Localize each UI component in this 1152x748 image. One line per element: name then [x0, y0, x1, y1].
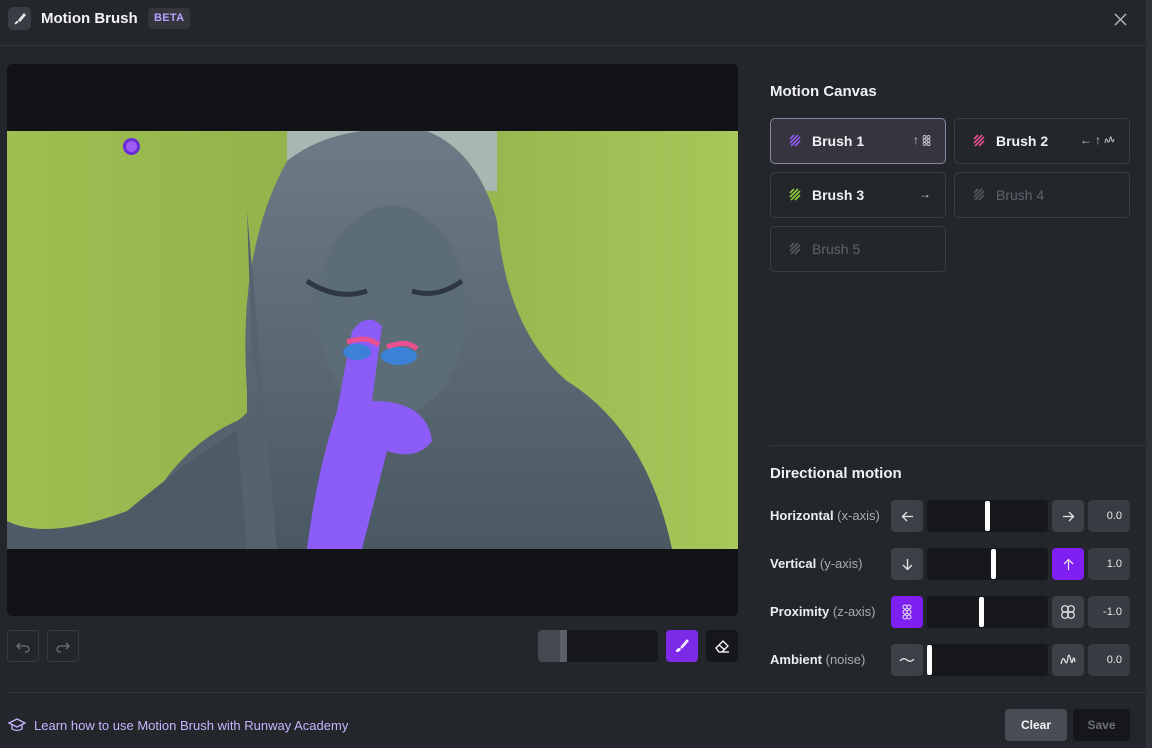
motion-slider-thumb[interactable]: [985, 501, 990, 531]
close-button[interactable]: [1109, 8, 1131, 30]
academy-link-label: Learn how to use Motion Brush with Runwa…: [34, 717, 349, 733]
arrow-left-icon: [901, 510, 914, 523]
brush-size-thumb[interactable]: [560, 630, 567, 662]
motion-increase-button[interactable]: [1052, 500, 1084, 532]
undo-icon: [16, 642, 30, 653]
beta-badge: BETA: [148, 8, 191, 29]
brush-card-label: Brush 2: [996, 133, 1049, 149]
brush-card-label: Brush 3: [812, 187, 865, 203]
brush-card-2[interactable]: Brush 2 ← ↑: [954, 118, 1130, 164]
motion-row-proximity: Proximity (z-axis) -1.0: [770, 596, 1130, 628]
undo-button[interactable]: [7, 630, 39, 662]
brush-icon: [8, 7, 31, 30]
axis-hint: (z-axis): [829, 604, 876, 619]
axis-hint: (y-axis): [816, 556, 863, 571]
brush-cursor: [123, 138, 140, 155]
arrow-up-icon: ↑: [1095, 133, 1101, 147]
motion-decrease-button[interactable]: [891, 500, 923, 532]
header-bar: Motion Brush BETA: [0, 0, 1152, 46]
academy-link[interactable]: Learn how to use Motion Brush with Runwa…: [8, 717, 348, 733]
motion-slider[interactable]: [927, 596, 1048, 628]
brush-direction-summary: ← ↑: [1080, 133, 1115, 147]
brush-color-icon: [788, 188, 802, 202]
motion-value-input[interactable]: -1.0: [1088, 596, 1130, 628]
brush-color-icon: [788, 134, 802, 148]
motion-slider-thumb[interactable]: [927, 645, 932, 675]
brush-card-label: Brush 1: [812, 133, 865, 149]
brush-card-label: Brush 4: [996, 187, 1045, 203]
close-icon: [1114, 13, 1126, 25]
arrow-right-icon: →: [919, 187, 931, 201]
clear-button[interactable]: Clear: [1005, 709, 1067, 741]
motion-row-label: Vertical (y-axis): [770, 556, 862, 571]
motion-row-label: Horizontal (x-axis): [770, 508, 880, 523]
motion-decrease-button[interactable]: [891, 596, 923, 628]
graduation-cap-icon: [8, 718, 26, 732]
paint-brush-icon: [676, 639, 689, 652]
motion-row-vertical: Vertical (y-axis) 1.0: [770, 548, 1130, 580]
motion-slider[interactable]: [927, 500, 1048, 532]
brush-card-1[interactable]: Brush 1 ↑: [770, 118, 946, 164]
motion-increase-button[interactable]: [1052, 596, 1084, 628]
motion-row-label: Ambient (noise): [770, 652, 865, 667]
axis-hint: (noise): [822, 652, 866, 667]
eraser-tool-button[interactable]: [706, 630, 738, 662]
motion-decrease-button[interactable]: [891, 644, 923, 676]
motion-slider[interactable]: [927, 548, 1048, 580]
motion-decrease-button[interactable]: [891, 548, 923, 580]
dots-cluster-icon: [901, 604, 913, 620]
brush-tool-button[interactable]: [666, 630, 698, 662]
axis-hint: (x-axis): [833, 508, 880, 523]
axis-name: Vertical: [770, 556, 817, 571]
motion-row-horizontal: Horizontal (x-axis) 0.0: [770, 500, 1130, 532]
arrow-down-icon: [901, 558, 914, 571]
brush-card-5[interactable]: Brush 5: [770, 226, 946, 272]
ambient-icon: [1104, 135, 1115, 145]
footer-divider: [7, 692, 1146, 693]
motion-canvas-area[interactable]: [7, 64, 738, 616]
brush-color-icon: [972, 188, 986, 202]
brush-direction-summary: →: [919, 187, 931, 201]
motion-slider-thumb[interactable]: [991, 549, 996, 579]
brush-card-4[interactable]: Brush 4: [954, 172, 1130, 218]
proximity-icon: [922, 134, 931, 146]
motion-slider-thumb[interactable]: [979, 597, 984, 627]
directional-motion-title: Directional motion: [770, 465, 902, 482]
arrow-up-icon: [1062, 558, 1075, 571]
save-button[interactable]: Save: [1073, 709, 1130, 741]
brush-size-slider[interactable]: [538, 630, 658, 662]
redo-button[interactable]: [47, 630, 79, 662]
motion-increase-button[interactable]: [1052, 644, 1084, 676]
motion-slider[interactable]: [927, 644, 1048, 676]
page-title: Motion Brush: [41, 10, 138, 27]
brush-card-label: Brush 5: [812, 241, 861, 257]
noise-wave-icon: [1060, 653, 1076, 667]
brush-card-3[interactable]: Brush 3 →: [770, 172, 946, 218]
axis-name: Horizontal: [770, 508, 834, 523]
motion-row-label: Proximity (z-axis): [770, 604, 875, 619]
motion-canvas-title: Motion Canvas: [770, 83, 877, 100]
arrow-up-icon: ↑: [913, 133, 919, 147]
video-frame[interactable]: [7, 131, 738, 549]
brush-color-icon: [788, 242, 802, 256]
brush-direction-summary: ↑: [913, 133, 931, 147]
motion-value-input[interactable]: 1.0: [1088, 548, 1130, 580]
axis-name: Proximity: [770, 604, 830, 619]
motion-increase-button[interactable]: [1052, 548, 1084, 580]
circles-icon: [1060, 604, 1076, 620]
section-divider: [770, 445, 1146, 446]
brush-color-icon: [972, 134, 986, 148]
redo-icon: [56, 642, 70, 653]
motion-row-ambient: Ambient (noise) 0.0: [770, 644, 1130, 676]
motion-value-input[interactable]: 0.0: [1088, 644, 1130, 676]
axis-name: Ambient: [770, 652, 822, 667]
scrollbar-track[interactable]: [1146, 0, 1152, 748]
arrow-right-icon: [1062, 510, 1075, 523]
motion-value-input[interactable]: 0.0: [1088, 500, 1130, 532]
wave-icon: [899, 655, 915, 665]
arrow-left-icon: ←: [1080, 133, 1092, 147]
eraser-icon: [715, 640, 729, 653]
